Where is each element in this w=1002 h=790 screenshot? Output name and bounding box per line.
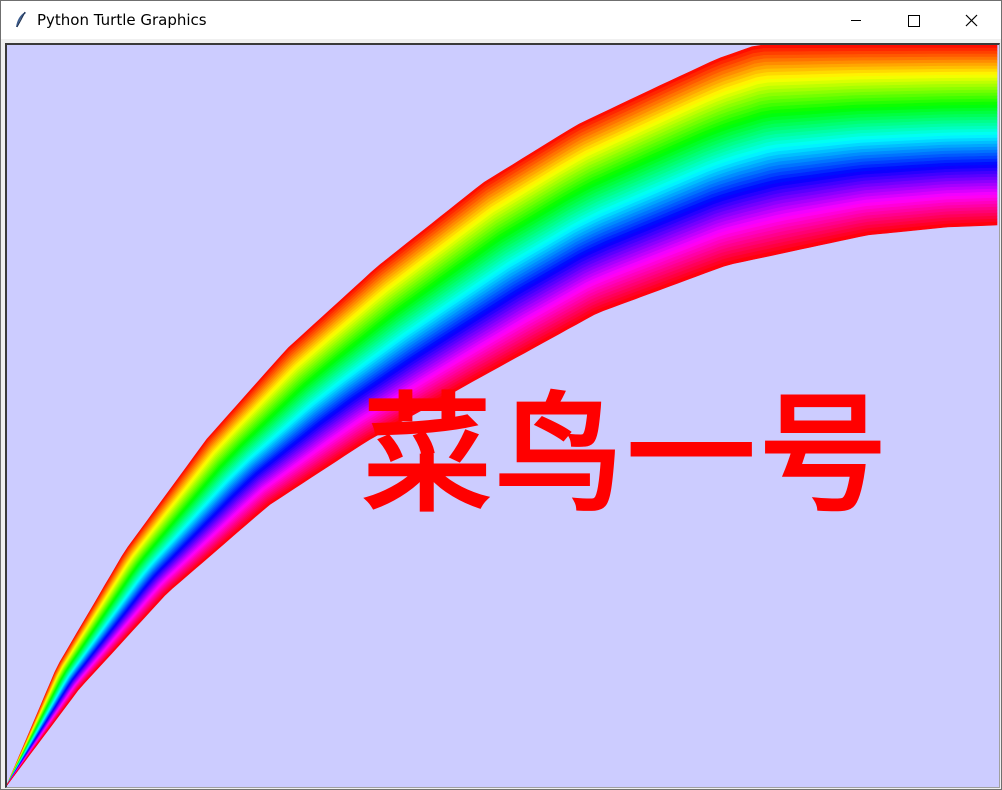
maximize-icon	[908, 15, 920, 27]
turtle-canvas[interactable]: 菜鸟一号	[5, 43, 1000, 788]
close-button[interactable]	[943, 1, 1001, 39]
close-icon	[965, 14, 978, 27]
title-bar[interactable]: Python Turtle Graphics	[1, 1, 1001, 39]
turtle-window: Python Turtle Graphics 菜鸟一号	[0, 0, 1002, 790]
maximize-button[interactable]	[885, 1, 943, 39]
minimize-icon	[851, 20, 861, 21]
canvas-caption: 菜鸟一号	[363, 380, 892, 530]
minimize-button[interactable]	[827, 1, 885, 39]
feather-icon	[11, 10, 31, 30]
window-title: Python Turtle Graphics	[37, 11, 207, 29]
